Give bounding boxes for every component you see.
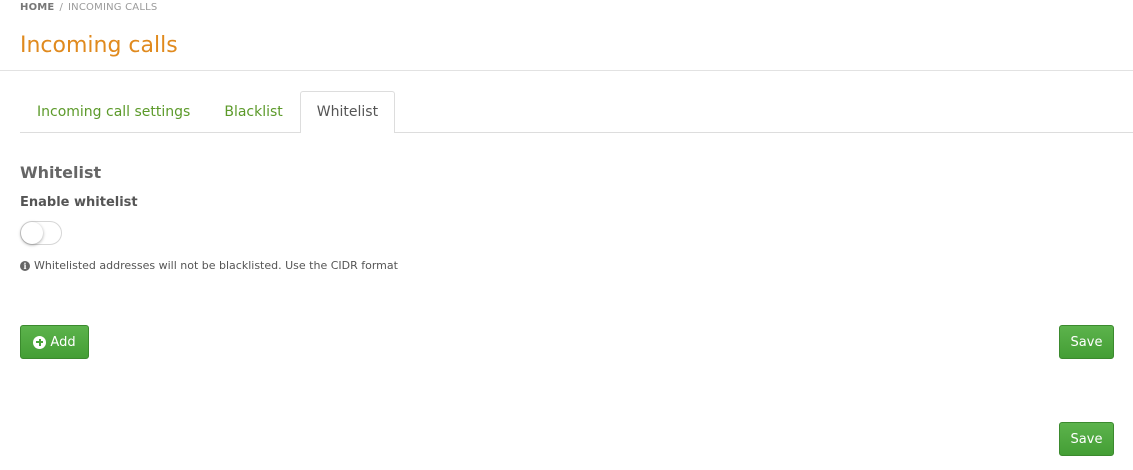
page-title: Incoming calls bbox=[20, 33, 178, 58]
save-button-label: Save bbox=[1070, 334, 1103, 350]
breadcrumb-current: INCOMING CALLS bbox=[68, 2, 158, 13]
tab-incoming-call-settings[interactable]: Incoming call settings bbox=[20, 91, 207, 132]
help-text-content: Whitelisted addresses will not be blackl… bbox=[34, 259, 398, 272]
add-button[interactable]: Add bbox=[20, 325, 89, 359]
title-divider bbox=[0, 70, 1133, 71]
save-button-bottom[interactable]: Save bbox=[1059, 422, 1114, 456]
toggle-knob bbox=[21, 222, 43, 244]
tab-blacklist[interactable]: Blacklist bbox=[207, 91, 299, 132]
breadcrumb-home[interactable]: HOME bbox=[20, 2, 54, 13]
page: HOME / INCOMING CALLS Incoming calls Incom… bbox=[0, 0, 1133, 470]
breadcrumb-separator: / bbox=[59, 2, 64, 13]
plus-circle-icon bbox=[33, 335, 47, 349]
breadcrumb: HOME / INCOMING CALLS bbox=[20, 2, 157, 13]
info-circle-icon: i bbox=[20, 260, 30, 271]
save-button[interactable]: Save bbox=[1059, 325, 1114, 359]
enable-whitelist-label: Enable whitelist bbox=[20, 195, 138, 210]
help-text: i Whitelisted addresses will not be blac… bbox=[20, 259, 398, 272]
section-title: Whitelist bbox=[20, 163, 102, 182]
tab-whitelist[interactable]: Whitelist bbox=[299, 91, 396, 133]
enable-whitelist-toggle[interactable] bbox=[20, 221, 62, 245]
save-button-bottom-label: Save bbox=[1070, 431, 1103, 447]
add-button-label: Add bbox=[50, 334, 76, 350]
tab-bar: Incoming call settings Blacklist Whiteli… bbox=[20, 91, 1133, 133]
